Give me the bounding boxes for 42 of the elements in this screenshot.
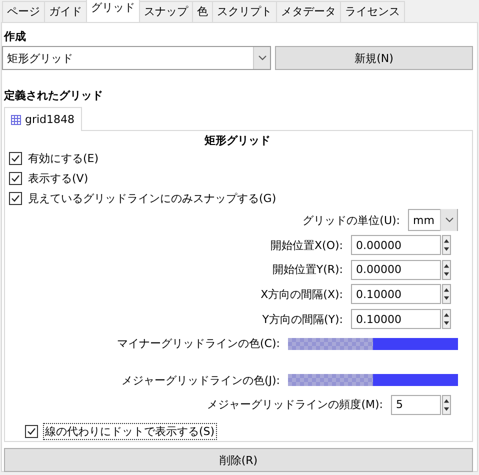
- field-label: メジャーグリッドラインの色(J):: [121, 372, 280, 388]
- tab[interactable]: ページ: [2, 1, 45, 22]
- chevron-down-icon: [258, 55, 266, 61]
- number-field[interactable]: 5: [391, 394, 441, 415]
- chevron-down-icon: [444, 217, 454, 224]
- checkbox[interactable]: [25, 424, 38, 438]
- field-label: X方向の間隔(X):: [260, 286, 343, 302]
- grid-title: 矩形グリッド: [204, 133, 272, 149]
- field-label: 開始位置Y(R):: [272, 262, 343, 278]
- spin-buttons[interactable]: [442, 284, 451, 304]
- field-label: メジャーグリッドラインの頻度(M):: [207, 397, 383, 412]
- new-button[interactable]: 新規(N): [275, 46, 473, 70]
- spin-buttons[interactable]: [442, 235, 451, 255]
- checkbox-label: 有効にする(E): [28, 151, 99, 166]
- checkbox[interactable]: [9, 172, 22, 185]
- spin-buttons[interactable]: [442, 260, 451, 280]
- number-field[interactable]: 0.10000: [351, 309, 441, 330]
- color-swatch[interactable]: [288, 338, 458, 350]
- spin-buttons[interactable]: [442, 394, 451, 415]
- checkbox[interactable]: [9, 152, 22, 166]
- tab[interactable]: ライセンス: [340, 1, 405, 22]
- tab[interactable]: グリッド: [86, 0, 140, 22]
- number-field[interactable]: 0.10000: [351, 284, 441, 304]
- field-label: Y方向の間隔(Y):: [262, 312, 343, 327]
- spin-buttons[interactable]: [442, 309, 451, 330]
- section-heading: 定義されたグリッド: [2, 88, 104, 104]
- number-field[interactable]: 0.00000: [351, 260, 441, 280]
- color-swatch[interactable]: [288, 374, 458, 386]
- field-label: マイナーグリッドラインの色(C):: [117, 336, 280, 352]
- grid-icon: [11, 114, 21, 124]
- checkbox[interactable]: [9, 192, 22, 205]
- section-heading: 作成: [2, 29, 27, 45]
- grid-tab[interactable]: grid1848: [4, 107, 82, 131]
- number-field[interactable]: 0.00000: [351, 235, 441, 255]
- unit-select[interactable]: mm: [408, 209, 458, 232]
- grid-type-select[interactable]: 矩形グリッド: [2, 46, 271, 70]
- checkbox-label: 表示する(V): [28, 170, 88, 186]
- checkbox-label: 見えているグリッドラインにのみスナップする(G): [28, 190, 276, 206]
- field-label: グリッドの単位(U):: [302, 212, 400, 228]
- delete-button[interactable]: 削除(R): [4, 448, 473, 472]
- field-label: 開始位置X(O):: [270, 238, 343, 252]
- checkbox-label: 線の代わりにドットで表示する(S): [44, 424, 216, 439]
